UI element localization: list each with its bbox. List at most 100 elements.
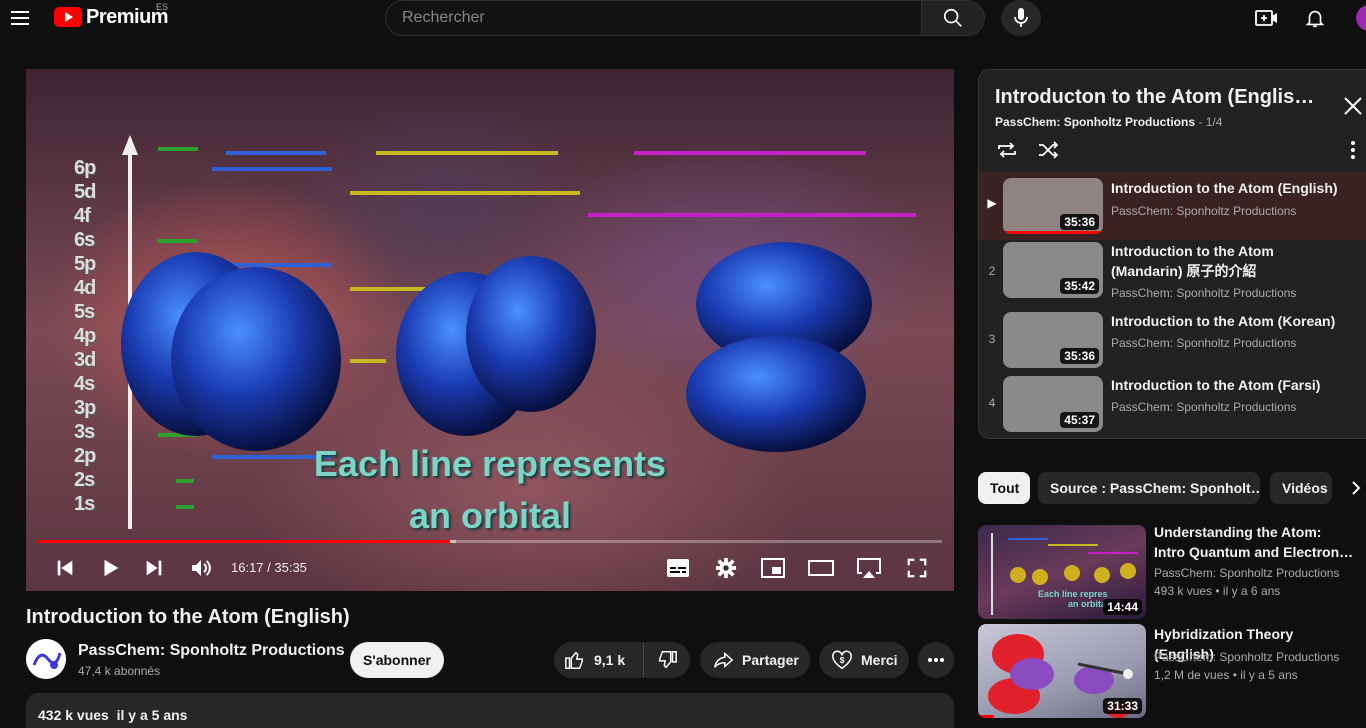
channel-avatar[interactable] (26, 639, 66, 679)
airplay-icon (857, 558, 881, 578)
share-button[interactable]: Partager (700, 642, 810, 678)
like-button[interactable]: 9,1 k (554, 642, 644, 678)
fullscreen-button[interactable] (904, 555, 930, 581)
like-dislike-group: 9,1 k (554, 642, 690, 678)
duration-badge: 35:36 (1060, 348, 1099, 364)
playlist-meta: PassChem: Sponholtz Productions - 1/4 (995, 115, 1222, 129)
playlist-item[interactable]: 4 45:37 Introduction to the Atom (Farsi)… (979, 374, 1366, 438)
close-playlist-button[interactable] (1341, 94, 1365, 118)
description-box[interactable]: 432 k vues il y a 5 ans (26, 693, 954, 728)
volume-icon (192, 560, 211, 576)
chevron-right-icon (1352, 481, 1361, 495)
miniplayer-icon (761, 558, 785, 578)
theater-mode-button[interactable] (808, 555, 834, 581)
search-input[interactable]: Rechercher (385, 0, 922, 36)
duration-badge: 45:37 (1060, 412, 1099, 428)
playlist-item-index: 2 (988, 264, 996, 278)
recommendation-views: 493 k vues (1154, 584, 1213, 598)
upload-age: il y a 5 ans (116, 707, 188, 723)
search-button[interactable] (921, 0, 985, 36)
cast-button[interactable] (856, 555, 882, 581)
fullscreen-icon (907, 558, 927, 578)
subscribe-button[interactable]: S'abonner (350, 642, 444, 678)
next-button[interactable] (141, 555, 167, 581)
playlist-item-channel: PassChem: Sponholtz Productions (1111, 286, 1297, 300)
mic-icon (1014, 8, 1028, 27)
chip-all[interactable]: Tout (978, 472, 1030, 504)
loop-icon (998, 142, 1016, 158)
voice-search-button[interactable] (1001, 0, 1041, 36)
watched-bar (978, 715, 994, 718)
chip-source[interactable]: Source : PassChem: Sponholt… (1038, 472, 1260, 504)
playlist-title[interactable]: Introducton to the Atom (English, M... (995, 86, 1325, 109)
account-avatar[interactable] (1356, 5, 1366, 31)
playlist-item[interactable]: ▶ 35:36 Introduction to the Atom (Englis… (979, 172, 1366, 240)
shuffle-button[interactable] (1036, 138, 1060, 162)
playlist-panel: Introducton to the Atom (English, M... P… (978, 69, 1366, 439)
time-display: 16:17 / 35:35 (231, 560, 307, 575)
playlist-item-index: 4 (988, 396, 996, 410)
miniplayer-button[interactable] (760, 555, 786, 581)
notifications-button[interactable] (1302, 5, 1328, 31)
recommendation-age: il y a 6 ans (1222, 584, 1281, 598)
recommendation-thumbnail[interactable]: 31:33 (978, 624, 1146, 718)
bell-icon (1305, 10, 1325, 28)
youtube-logo-icon (54, 7, 82, 27)
thumbs-up-icon (565, 651, 584, 669)
super-thanks-icon: $ (832, 650, 852, 670)
progress-played (38, 540, 451, 543)
video-player[interactable]: 6p 5d 4f 6s 5p 4d 5s 4p 3d 4s 3p 3s 2p 2s 1s (26, 69, 954, 591)
subtitles-button[interactable] (665, 555, 691, 581)
playlist-item[interactable]: 2 35:42 Introduction to the Atom (Mandar… (979, 240, 1366, 308)
recommendation-thumbnail[interactable]: Each line repres an orbita 14:44 (978, 525, 1146, 619)
mute-button[interactable] (188, 555, 214, 581)
video-title: Introduction to the Atom (English) (26, 606, 350, 628)
recommendation-channel[interactable]: PassChem: Sponholtz Productions (1154, 564, 1339, 582)
recommendation-views: 1,2 M de vues (1154, 668, 1230, 682)
search-placeholder: Rechercher (402, 9, 485, 26)
now-playing-icon: ▶ (987, 196, 997, 210)
menu-icon[interactable] (8, 6, 32, 30)
skip-previous-icon (57, 560, 73, 576)
chips-next-button[interactable] (1344, 476, 1366, 500)
shuffle-icon (1039, 141, 1059, 159)
thumbs-down-icon (658, 651, 677, 669)
thumbnail-caption-line2: an orbita (1068, 599, 1107, 609)
playlist-item-title: Introduction to the Atom (Korean) (1111, 313, 1336, 329)
duration-badge: 35:36 (1060, 214, 1099, 230)
recommendation-age: il y a 5 ans (1240, 668, 1298, 682)
settings-button[interactable] (713, 555, 739, 581)
more-horizontal-icon (928, 658, 944, 662)
video-subtitle-line1: Each line represents (313, 443, 667, 484)
youtube-premium-logo[interactable]: Premium ES (54, 2, 169, 29)
recommendation-title[interactable]: Understanding the Atom: Intro Quantum an… (1154, 522, 1354, 562)
loop-button[interactable] (995, 138, 1019, 162)
create-button[interactable] (1254, 5, 1280, 31)
channel-name[interactable]: PassChem: Sponholtz Productions (78, 642, 345, 660)
playlist-thumbnail: 35:42 (1003, 242, 1103, 298)
playlist-item[interactable]: 3 35:36 Introduction to the Atom (Korean… (979, 310, 1366, 378)
recommendation-channel[interactable]: PassChem: Sponholtz Productions (1154, 648, 1339, 666)
playlist-item-title: Introduction to the Atom (English) (1111, 180, 1338, 196)
subscriber-count: 47,4 k abonnés (78, 664, 161, 678)
thanks-button[interactable]: $ Merci (819, 642, 909, 678)
play-button[interactable] (97, 555, 123, 581)
search-icon (943, 8, 962, 27)
subtitles-icon (667, 559, 689, 577)
duration-badge: 14:44 (1103, 599, 1142, 615)
chip-videos[interactable]: Vidéos (1270, 472, 1332, 504)
playlist-thumbnail: 45:37 (1003, 376, 1103, 432)
playlist-item-channel: PassChem: Sponholtz Productions (1111, 400, 1297, 414)
previous-button[interactable] (52, 555, 78, 581)
playlist-item-index: 3 (988, 332, 996, 346)
playlist-item-channel: PassChem: Sponholtz Productions (1111, 204, 1297, 218)
playlist-item-channel: PassChem: Sponholtz Productions (1111, 336, 1297, 350)
playlist-menu-button[interactable] (1345, 140, 1361, 160)
dislike-button[interactable] (644, 642, 690, 678)
theater-mode-icon (808, 560, 834, 576)
more-actions-button[interactable] (918, 642, 954, 678)
duration-badge: 31:33 (1103, 698, 1142, 714)
playlist-channel[interactable]: PassChem: Sponholtz Productions (995, 115, 1195, 129)
create-icon (1255, 10, 1277, 26)
recommendation-meta: 493 k vues • il y a 6 ans (1154, 584, 1281, 598)
